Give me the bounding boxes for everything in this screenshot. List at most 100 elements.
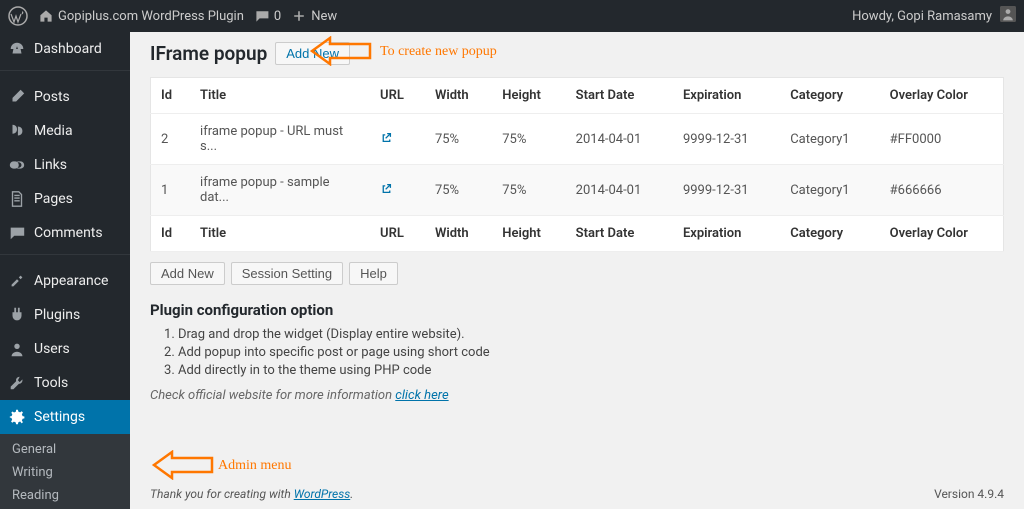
- cell-id: 1: [151, 165, 191, 216]
- tf-url[interactable]: URL: [370, 216, 425, 252]
- click-here-link[interactable]: click here: [395, 388, 448, 403]
- annotation-create-label: To create new popup: [380, 44, 497, 60]
- sidebar-label: Appearance: [34, 273, 108, 289]
- new-link[interactable]: New: [291, 8, 337, 24]
- cell-id: 2: [151, 114, 191, 165]
- th-width[interactable]: Width: [425, 78, 492, 114]
- admin-footer: Thank you for creating with WordPress. V…: [150, 487, 1004, 501]
- sidebar-item-links[interactable]: Links: [0, 148, 130, 182]
- sidebar-label: Links: [34, 157, 67, 173]
- tf-exp[interactable]: Expiration: [673, 216, 780, 252]
- info-note: Check official website for more informat…: [150, 388, 1004, 403]
- sidebar-item-appearance[interactable]: Appearance: [0, 264, 130, 298]
- tf-height[interactable]: Height: [492, 216, 565, 252]
- config-heading: Plugin configuration option: [150, 301, 1004, 319]
- popup-table: Id Title URL Width Height Start Date Exp…: [150, 77, 1004, 252]
- comments-link[interactable]: 0: [254, 8, 281, 24]
- help-button[interactable]: Help: [349, 262, 398, 285]
- add-new-button[interactable]: Add New: [150, 262, 225, 285]
- sidebar-item-pages[interactable]: Pages: [0, 182, 130, 216]
- cell-height: 75%: [492, 165, 565, 216]
- cell-overlay: #FF0000: [880, 114, 1004, 165]
- annotation-arrow-icon: [150, 450, 214, 480]
- cell-start: 2014-04-01: [566, 165, 673, 216]
- cell-url[interactable]: [370, 165, 425, 216]
- user-avatar-icon[interactable]: [1000, 6, 1016, 26]
- sidebar-label: Settings: [34, 409, 85, 425]
- comments-count: 0: [274, 9, 281, 24]
- sidebar-item-users[interactable]: Users: [0, 332, 130, 366]
- admin-bar: Gopiplus.com WordPress Plugin 0 New Howd…: [0, 0, 1024, 32]
- sidebar-label: Media: [34, 123, 73, 139]
- sidebar-label: Pages: [34, 191, 73, 207]
- external-link-icon[interactable]: [380, 182, 393, 199]
- settings-submenu: General Writing Reading Discussion Media…: [0, 434, 130, 509]
- th-exp[interactable]: Expiration: [673, 78, 780, 114]
- howdy-text[interactable]: Howdy, Gopi Ramasamy: [852, 9, 992, 24]
- sidebar-label: Comments: [34, 225, 103, 241]
- note-text: Check official website for more informat…: [150, 388, 395, 403]
- cell-title: iframe popup - URL must s...: [190, 114, 370, 165]
- tf-start[interactable]: Start Date: [566, 216, 673, 252]
- config-list: Drag and drop the widget (Display entire…: [178, 327, 1004, 378]
- cell-width: 75%: [425, 165, 492, 216]
- th-id[interactable]: Id: [151, 78, 191, 114]
- sidebar-label: Dashboard: [34, 41, 102, 57]
- annotation-admin-label: Admin menu: [218, 458, 292, 474]
- tf-id[interactable]: Id: [151, 216, 191, 252]
- sidebar-item-dashboard[interactable]: Dashboard: [0, 32, 130, 66]
- table-row[interactable]: 1 iframe popup - sample dat... 75% 75% 2…: [151, 165, 1004, 216]
- sidebar-item-settings[interactable]: Settings: [0, 400, 130, 434]
- plus-icon: [291, 8, 307, 24]
- table-header-row: Id Title URL Width Height Start Date Exp…: [151, 78, 1004, 114]
- cell-cat: Category1: [780, 114, 879, 165]
- th-url[interactable]: URL: [370, 78, 425, 114]
- cell-cat: Category1: [780, 165, 879, 216]
- tf-title[interactable]: Title: [190, 216, 370, 252]
- th-height[interactable]: Height: [492, 78, 565, 114]
- cell-url[interactable]: [370, 114, 425, 165]
- sidebar-item-comments[interactable]: Comments: [0, 216, 130, 250]
- cell-height: 75%: [492, 114, 565, 165]
- th-cat[interactable]: Category: [780, 78, 879, 114]
- tf-overlay[interactable]: Overlay Color: [880, 216, 1004, 252]
- main-content: IFrame popup Add New Id Title URL Width …: [130, 32, 1024, 509]
- footer-thank-text: Thank you for creating with: [150, 487, 294, 501]
- sidebar-label: Tools: [34, 375, 68, 391]
- sidebar-item-posts[interactable]: Posts: [0, 80, 130, 114]
- admin-sidebar: Dashboard Posts Media Links Pages Commen…: [0, 32, 130, 509]
- external-link-icon[interactable]: [380, 131, 393, 148]
- site-name-text: Gopiplus.com WordPress Plugin: [58, 9, 244, 24]
- submenu-reading[interactable]: Reading: [0, 484, 130, 507]
- sidebar-item-tools[interactable]: Tools: [0, 366, 130, 400]
- config-item: Add directly in to the theme using PHP c…: [178, 363, 1004, 378]
- th-overlay[interactable]: Overlay Color: [880, 78, 1004, 114]
- site-name-link[interactable]: Gopiplus.com WordPress Plugin: [38, 8, 244, 24]
- session-setting-button[interactable]: Session Setting: [231, 262, 343, 285]
- cell-exp: 9999-12-31: [673, 114, 780, 165]
- th-start[interactable]: Start Date: [566, 78, 673, 114]
- cell-title: iframe popup - sample dat...: [190, 165, 370, 216]
- sidebar-label: Posts: [34, 89, 70, 105]
- wp-logo-icon[interactable]: [8, 6, 28, 26]
- th-title[interactable]: Title: [190, 78, 370, 114]
- home-icon: [38, 8, 54, 24]
- sidebar-item-plugins[interactable]: Plugins: [0, 298, 130, 332]
- submenu-writing[interactable]: Writing: [0, 461, 130, 484]
- sidebar-item-media[interactable]: Media: [0, 114, 130, 148]
- table-footer-row: Id Title URL Width Height Start Date Exp…: [151, 216, 1004, 252]
- comment-icon: [254, 8, 270, 24]
- submenu-general[interactable]: General: [0, 438, 130, 461]
- config-item: Drag and drop the widget (Display entire…: [178, 327, 1004, 342]
- tf-width[interactable]: Width: [425, 216, 492, 252]
- cell-width: 75%: [425, 114, 492, 165]
- new-label: New: [311, 9, 337, 24]
- page-title: IFrame popup: [150, 42, 267, 65]
- footer-wordpress-link[interactable]: WordPress: [294, 487, 351, 501]
- tf-cat[interactable]: Category: [780, 216, 879, 252]
- table-row[interactable]: 2 iframe popup - URL must s... 75% 75% 2…: [151, 114, 1004, 165]
- sidebar-label: Users: [34, 341, 70, 357]
- sidebar-label: Plugins: [34, 307, 80, 323]
- cell-exp: 9999-12-31: [673, 165, 780, 216]
- annotation-arrow-icon: [308, 36, 372, 66]
